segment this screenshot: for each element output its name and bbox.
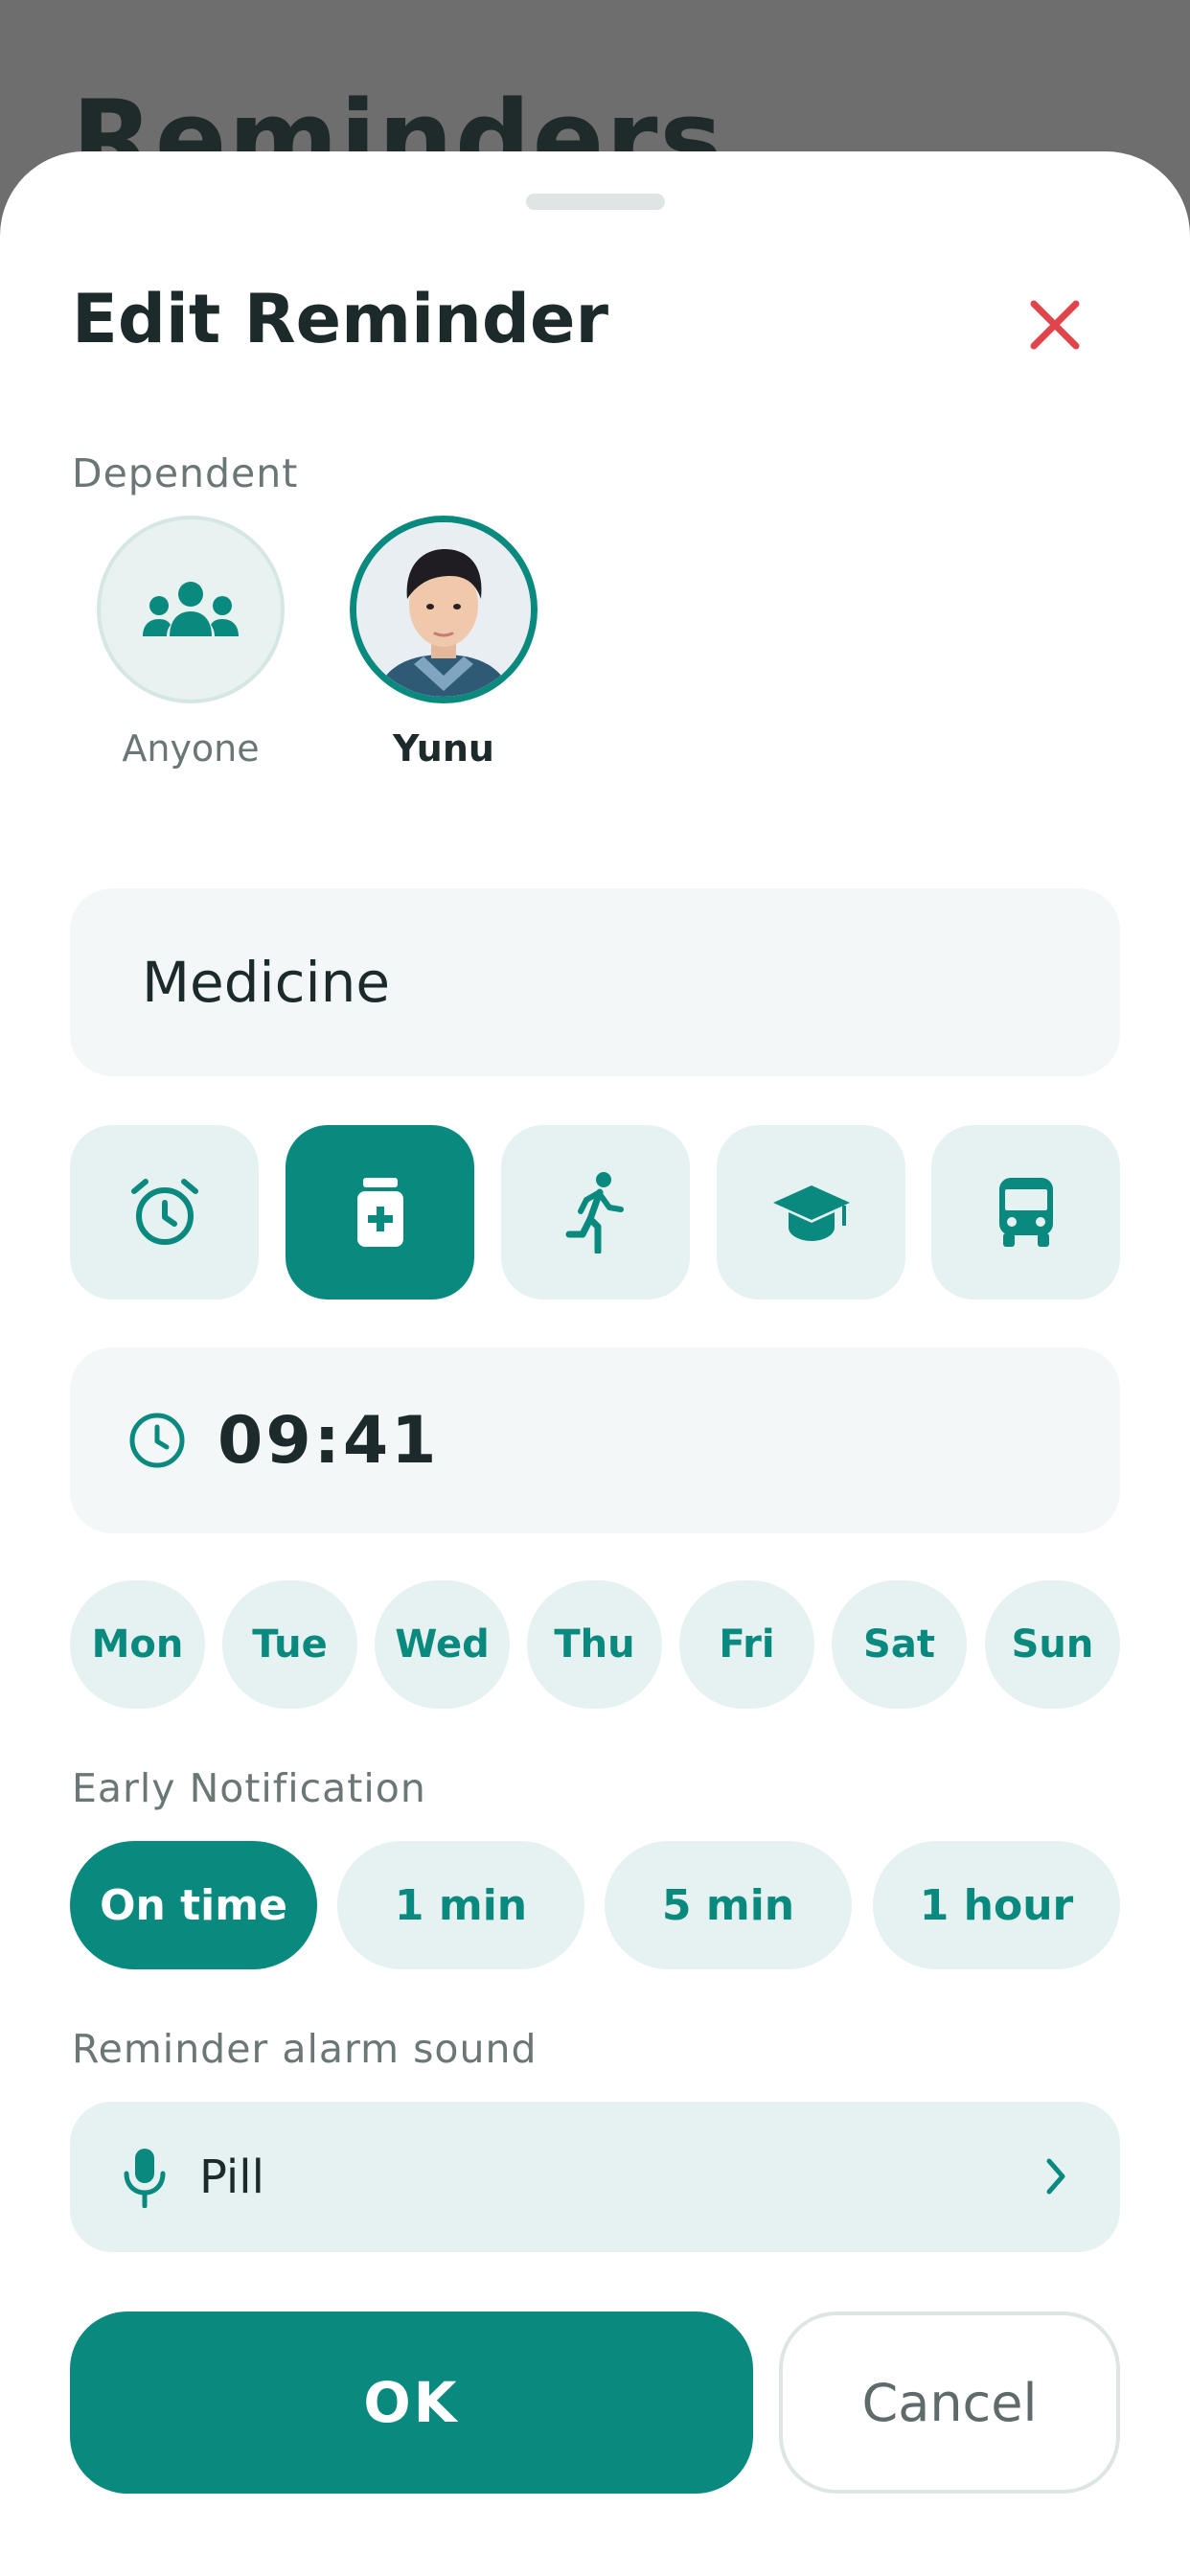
notify-on-time-button[interactable]: On time bbox=[70, 1841, 317, 1969]
close-button[interactable] bbox=[1016, 286, 1094, 364]
close-icon bbox=[1030, 300, 1080, 350]
category-exercise-button[interactable] bbox=[501, 1125, 690, 1300]
avatar-photo bbox=[356, 522, 531, 697]
category-school-button[interactable] bbox=[717, 1125, 905, 1300]
alarm-sound-label: Reminder alarm sound bbox=[72, 2026, 538, 2072]
day-mon-button[interactable]: Mon bbox=[70, 1580, 205, 1709]
day-thu-button[interactable]: Thu bbox=[527, 1580, 662, 1709]
group-icon bbox=[143, 582, 239, 636]
sheet-title: Edit Reminder bbox=[72, 280, 608, 358]
day-fri-button[interactable]: Fri bbox=[679, 1580, 814, 1709]
dependent-label: Dependent bbox=[72, 450, 299, 496]
category-medicine-button[interactable] bbox=[286, 1125, 474, 1300]
dependent-option-anyone[interactable]: Anyone bbox=[95, 516, 286, 767]
early-notification-selector: On time 1 min 5 min 1 hour bbox=[70, 1841, 1120, 1969]
category-selector bbox=[70, 1125, 1120, 1300]
alarm-clock-icon bbox=[130, 1179, 198, 1245]
bus-icon bbox=[998, 1178, 1053, 1247]
dependent-option-yunu[interactable]: Yunu bbox=[348, 516, 539, 767]
day-sun-button[interactable]: Sun bbox=[985, 1580, 1120, 1709]
alarm-sound-selector[interactable]: Pill bbox=[70, 2102, 1120, 2252]
day-sat-button[interactable]: Sat bbox=[832, 1580, 967, 1709]
reminder-title-value: Medicine bbox=[142, 950, 391, 1015]
avatar bbox=[350, 516, 538, 703]
sheet-drag-handle[interactable] bbox=[526, 194, 665, 210]
dependent-name: Anyone bbox=[122, 727, 260, 770]
reminder-title-input[interactable]: Medicine bbox=[70, 888, 1120, 1076]
cancel-button[interactable]: Cancel bbox=[779, 2312, 1120, 2494]
ok-button[interactable]: OK bbox=[70, 2312, 753, 2494]
notify-1-hour-button[interactable]: 1 hour bbox=[873, 1841, 1120, 1969]
chevron-right-icon bbox=[1046, 2158, 1065, 2195]
graduation-cap-icon bbox=[772, 1185, 850, 1241]
alarm-sound-value: Pill bbox=[199, 2150, 264, 2204]
dependent-avatar-anyone bbox=[97, 516, 285, 703]
running-icon bbox=[565, 1172, 624, 1254]
weekday-selector: Mon Tue Wed Thu Fri Sat Sun bbox=[70, 1580, 1120, 1709]
day-tue-button[interactable]: Tue bbox=[222, 1580, 357, 1709]
microphone-icon bbox=[124, 2148, 166, 2208]
category-alarm-button[interactable] bbox=[70, 1125, 259, 1300]
early-notification-label: Early Notification bbox=[72, 1765, 426, 1811]
edit-reminder-sheet: Edit Reminder Dependent Anyone Yunu Medi… bbox=[0, 151, 1190, 2576]
medicine-bottle-icon bbox=[356, 1178, 403, 1247]
notify-1-min-button[interactable]: 1 min bbox=[337, 1841, 584, 1969]
notify-5-min-button[interactable]: 5 min bbox=[605, 1841, 852, 1969]
time-picker-field[interactable]: 09:41 bbox=[70, 1347, 1120, 1533]
clock-icon bbox=[129, 1413, 185, 1468]
time-value: 09:41 bbox=[217, 1402, 440, 1479]
category-bus-button[interactable] bbox=[931, 1125, 1120, 1300]
dependent-name: Yunu bbox=[393, 727, 494, 770]
day-wed-button[interactable]: Wed bbox=[375, 1580, 510, 1709]
